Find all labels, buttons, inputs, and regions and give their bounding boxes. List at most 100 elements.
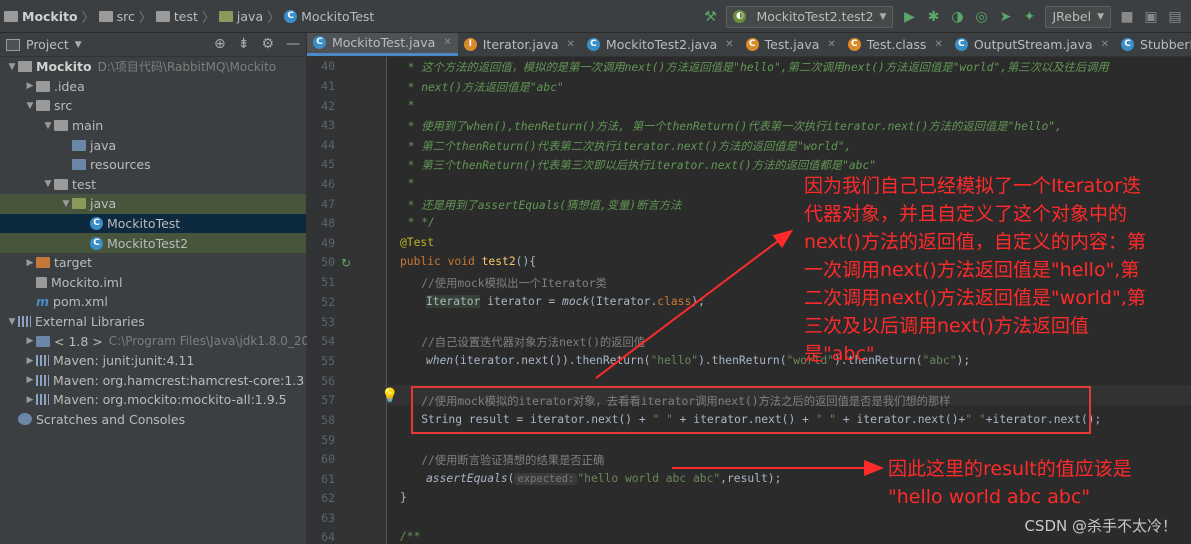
jrebel-dropdown[interactable]: JRebel ▼ (1045, 5, 1111, 28)
tab-label: MockitoTest.java (332, 35, 436, 50)
module-file-icon (36, 276, 47, 288)
stop-icon[interactable]: ■ (1119, 9, 1135, 25)
editor-tab[interactable]: C OutputStream.java ✕ (949, 33, 1115, 56)
line-number: 40 (321, 59, 335, 73)
collapsed-arrow-icon[interactable]: ▶ (24, 375, 36, 385)
editor-tab[interactable]: C MockitoTest2.java ✕ (581, 33, 740, 56)
chevron-down-icon[interactable]: ▼ (75, 40, 82, 50)
expanded-arrow-icon[interactable]: ▼ (42, 179, 54, 189)
run-test-gutter-icon[interactable]: ↻ (341, 256, 351, 270)
annotation-note-1: 因为我们自己已经模拟了一个Iterator迭 代器对象，并且自定义了这个对象中的… (804, 175, 1146, 365)
library-icon (36, 355, 49, 367)
code-line: * 使用到了when(),thenReturn()方法, 第一个thenRetu… (394, 120, 1062, 133)
close-tab-icon[interactable]: ✕ (725, 39, 733, 50)
debug-icon[interactable]: ✱ (925, 9, 941, 25)
close-tab-icon[interactable]: ✕ (567, 39, 575, 50)
tree-item-label: Maven: org.hamcrest:hamcrest-core:1.3 (53, 372, 305, 388)
jrebel-run-icon[interactable]: ➤ (997, 9, 1013, 25)
line-number: 41 (321, 79, 335, 93)
breadcrumb-project[interactable]: Mockito (4, 9, 78, 24)
tree-item-label: resources (90, 157, 151, 173)
project-view-dropdown[interactable]: Project (26, 37, 69, 52)
collapsed-arrow-icon[interactable]: ▶ (24, 81, 36, 91)
close-tab-icon[interactable]: ✕ (1101, 39, 1109, 50)
tree-item[interactable]: ▶ Maven: org.mockito:mockito-all:1.9.5 (0, 390, 306, 410)
line-number: 50 (321, 255, 335, 269)
breadcrumb-test[interactable]: test (155, 9, 198, 24)
tree-item[interactable]: m pom.xml (0, 292, 306, 312)
breadcrumb-java[interactable]: java (218, 9, 263, 24)
collapsed-arrow-icon[interactable]: ▶ (24, 336, 36, 346)
collapsed-arrow-icon[interactable]: ▶ (24, 258, 36, 268)
tree-item[interactable]: ▶ Maven: org.hamcrest:hamcrest-core:1.3 (0, 371, 306, 391)
tree-item-icon-wrap (72, 139, 90, 151)
close-tab-icon[interactable]: ✕ (934, 39, 942, 50)
tree-item[interactable]: ▼ Mockito D:\项目代码\RabbitMQ\Mockito (0, 57, 306, 77)
tree-item-label: < 1.8 > (54, 333, 103, 349)
project-tree: ▼ Mockito D:\项目代码\RabbitMQ\Mockito ▶ .idea ▼ s… (0, 57, 317, 430)
project-structure-icon[interactable]: ▤ (1167, 9, 1183, 25)
tree-item[interactable]: Mockito.iml (0, 273, 306, 293)
code-line: } (400, 491, 407, 504)
tree-item[interactable]: C MockitoTest2 (0, 233, 306, 253)
code-line: * next()方法返回值是"abc" (394, 81, 564, 94)
tree-item[interactable]: resources (0, 155, 306, 175)
gear-icon[interactable]: ⚙ (261, 36, 274, 52)
tree-item[interactable]: ▶ Maven: junit:junit:4.11 (0, 351, 306, 371)
locate-icon[interactable]: ⊕ (214, 36, 226, 52)
breadcrumb-src[interactable]: src (98, 9, 135, 24)
tree-item[interactable]: ▶ target (0, 253, 306, 273)
line-number: 53 (321, 315, 335, 329)
tree-item[interactable]: C MockitoTest (0, 213, 306, 234)
test-class-icon: C (284, 9, 298, 23)
folder-icon (4, 10, 18, 22)
expanded-arrow-icon[interactable]: ▼ (60, 199, 72, 209)
profile-icon[interactable]: ◎ (973, 9, 989, 25)
tree-item[interactable]: ▼ test (0, 175, 306, 195)
close-tab-icon[interactable]: ✕ (827, 39, 835, 50)
folder-icon (98, 10, 113, 22)
collapse-all-icon[interactable]: ⇟ (238, 36, 250, 52)
layout-icon[interactable]: ▣ (1143, 9, 1159, 25)
tree-item[interactable]: ▼ java (0, 194, 306, 214)
annotation-note-2: 因此这里的result的值应该是 "hello world abc abc" (888, 458, 1132, 508)
run-icon[interactable]: ▶ (901, 9, 917, 25)
tree-item-icon-wrap (54, 120, 72, 132)
close-tab-icon[interactable]: ✕ (443, 37, 451, 48)
code-line: assertEquals(expected: "hello world abc a… (426, 472, 782, 485)
tree-item-icon-wrap (18, 413, 36, 426)
hammer-build-icon[interactable]: ⚒ (702, 9, 718, 25)
breadcrumb: Mockito 〉 src 〉 test 〉 java 〉 C MockitoTe… (0, 7, 374, 26)
breadcrumb-file[interactable]: C MockitoTest (284, 9, 374, 24)
collapsed-arrow-icon[interactable]: ▶ (24, 356, 36, 366)
line-number-gutter: ↻ 💡 40 41 42 43 44 45 46 47 48 49 50 51 52 53 54 55 56 57… (307, 57, 398, 544)
expanded-arrow-icon[interactable]: ▼ (24, 101, 36, 111)
editor-tab[interactable]: C StubberImpl (1115, 33, 1191, 56)
editor-tab[interactable]: C Test.class ✕ (842, 33, 949, 56)
tree-item[interactable]: ▼ src (0, 96, 306, 116)
tree-item[interactable]: ▼ main (0, 116, 306, 136)
expanded-arrow-icon[interactable]: ▼ (6, 317, 18, 327)
tree-item-icon-wrap (36, 257, 54, 269)
tree-item-label: target (54, 255, 93, 271)
line-number: 63 (321, 511, 335, 525)
tree-item[interactable]: java (0, 135, 306, 155)
run-config-dropdown[interactable]: ◐ MockitoTest2.test2 ▼ (726, 5, 894, 28)
chevron-down-icon: ▼ (879, 11, 887, 22)
line-number: 59 (321, 433, 335, 447)
editor-tab[interactable]: C MockitoTest.java ✕ (307, 33, 458, 56)
expanded-arrow-icon[interactable]: ▼ (6, 62, 18, 72)
line-number: 48 (321, 216, 335, 230)
editor-tab[interactable]: C Test.java ✕ (740, 33, 842, 56)
collapsed-arrow-icon[interactable]: ▶ (24, 395, 36, 405)
tree-item[interactable]: Scratches and Consoles (0, 410, 306, 430)
editor-tab[interactable]: I Iterator.java ✕ (458, 33, 581, 56)
tab-label: Iterator.java (482, 36, 559, 52)
tree-item[interactable]: ▶ < 1.8 > C:\Program Files\Java\jdk1.8.0_2… (0, 331, 317, 351)
coverage-icon[interactable]: ◑ (949, 9, 965, 25)
expanded-arrow-icon[interactable]: ▼ (42, 121, 54, 131)
jrebel-debug-icon[interactable]: ✦ (1021, 9, 1037, 25)
hide-icon[interactable]: — (286, 36, 300, 52)
tree-item[interactable]: ▶ .idea (0, 77, 306, 97)
tree-item[interactable]: ▼ External Libraries (0, 312, 306, 332)
